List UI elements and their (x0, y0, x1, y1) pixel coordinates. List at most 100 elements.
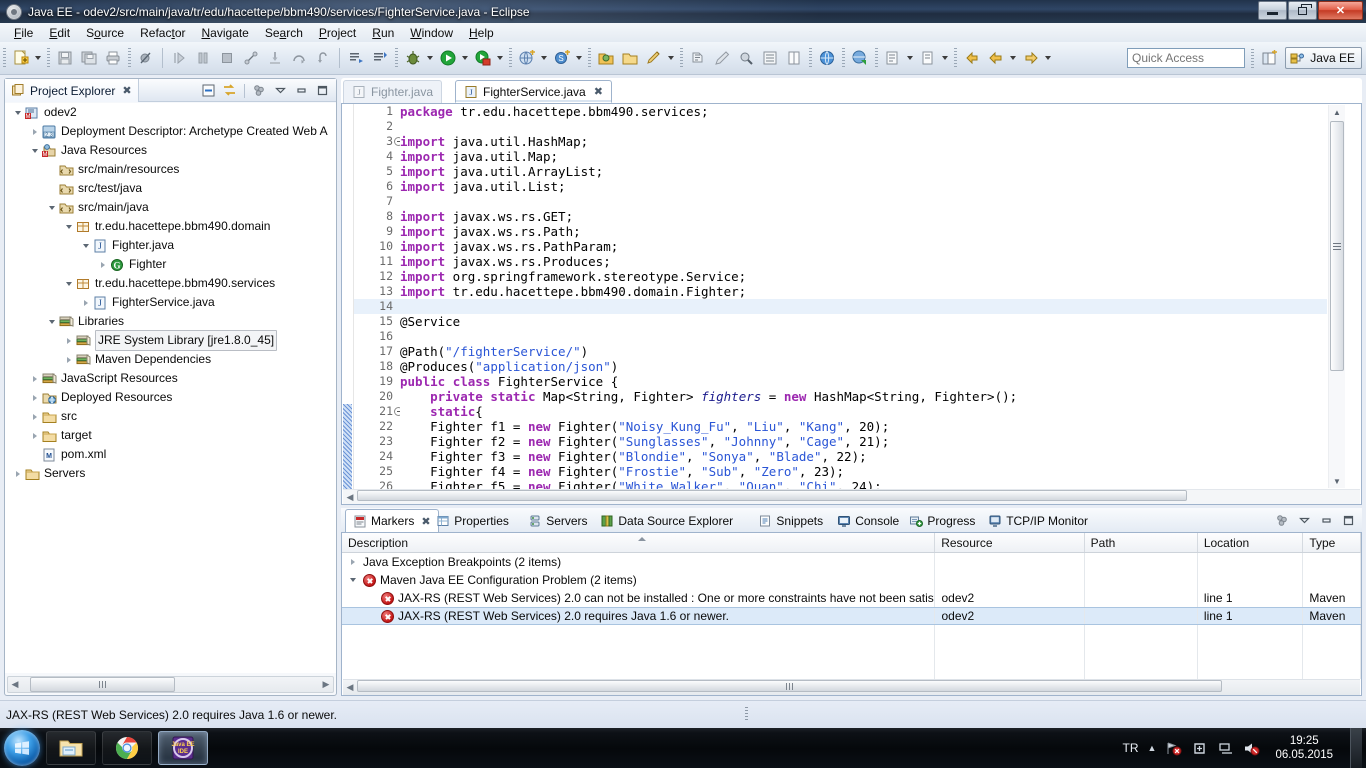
editor-vscrollbar[interactable]: ▲ ▼ (1328, 105, 1345, 488)
new-editor-dropdown-icon[interactable] (940, 47, 949, 69)
menu-search[interactable]: Search (257, 24, 311, 42)
tree-item[interactable]: src (5, 407, 336, 426)
previous-annotation-icon[interactable] (369, 47, 391, 69)
collapse-arrow-icon[interactable] (62, 274, 75, 293)
close-icon[interactable]: ✖ (594, 85, 603, 98)
tree-item[interactable]: Libraries (5, 312, 336, 331)
scroll-left-icon[interactable]: ◀ (343, 682, 357, 693)
quick-access-input[interactable] (1127, 48, 1245, 68)
volume-muted-icon[interactable] (1243, 740, 1260, 757)
tree-item[interactable]: 2.3 Deployment Descriptor: Archetype Crea… (5, 122, 336, 141)
collapse-arrow-icon[interactable] (45, 198, 58, 217)
language-indicator[interactable]: TR (1123, 741, 1139, 755)
taskbar-google-chrome[interactable] (102, 731, 152, 765)
collapse-arrow-icon[interactable] (45, 312, 58, 331)
menu-window[interactable]: Window (402, 24, 461, 42)
edit-dropdown-icon[interactable] (666, 47, 675, 69)
tree-item[interactable]: J FighterService.java (5, 293, 336, 312)
search-icon[interactable] (735, 47, 757, 69)
debug-dropdown-icon[interactable] (425, 47, 434, 69)
collapse-arrow-icon[interactable] (346, 578, 359, 582)
new-wizard-icon[interactable] (10, 47, 32, 69)
tree-item[interactable]: Modev2 (5, 103, 336, 122)
minimize-view-icon[interactable] (292, 81, 311, 100)
scroll-left-icon[interactable]: ◀ (343, 492, 357, 503)
code-text[interactable]: package tr.edu.hacettepe.bbm490.services… (400, 104, 1327, 489)
menu-project[interactable]: Project (311, 24, 364, 42)
run-icon[interactable] (437, 47, 459, 69)
panel-tab-properties[interactable]: Properties (429, 509, 516, 532)
new-class-dropdown-icon[interactable] (574, 47, 583, 69)
editor-tab-fighterservice[interactable]: J FighterService.java ✖ (455, 80, 612, 103)
edit-icon[interactable] (643, 47, 665, 69)
menu-navigate[interactable]: Navigate (193, 24, 256, 42)
maximize-view-icon[interactable] (1339, 511, 1358, 530)
expand-arrow-icon[interactable] (79, 293, 92, 312)
suspend-icon[interactable] (192, 47, 214, 69)
print-icon[interactable] (102, 47, 124, 69)
open-web-perspective-icon[interactable] (849, 47, 871, 69)
taskbar-eclipse-java-ee-ide[interactable]: Java EE IDE (158, 731, 208, 765)
status-resize-grip[interactable] (745, 707, 748, 721)
table-row[interactable]: JAX-RS (REST Web Services) 2.0 requires … (342, 607, 1361, 625)
collapse-arrow-icon[interactable] (62, 217, 75, 236)
tree-item[interactable]: J Fighter.java (5, 236, 336, 255)
expand-arrow-icon[interactable] (346, 559, 359, 565)
table-row[interactable]: Maven Java EE Configuration Problem (2 i… (342, 571, 1361, 589)
next-annotation-icon[interactable] (345, 47, 367, 69)
tree-item[interactable]: JRE System Library [jre1.8.0_45] (5, 330, 336, 351)
link-with-editor-icon[interactable] (220, 81, 239, 100)
new-class-icon[interactable]: S (551, 47, 573, 69)
maximize-view-icon[interactable] (313, 81, 332, 100)
open-perspective-button[interactable] (1258, 48, 1280, 69)
scroll-up-icon[interactable]: ▲ (1329, 105, 1345, 119)
editor-hscrollbar[interactable]: ◀ (343, 489, 1360, 504)
expand-arrow-icon[interactable] (62, 350, 75, 369)
tree-item[interactable]: Servers (5, 464, 336, 483)
menu-source[interactable]: Source (78, 24, 132, 42)
editor-hscroll-track[interactable] (357, 489, 1360, 505)
collapse-arrow-icon[interactable] (79, 236, 92, 255)
collapse-all-icon[interactable] (199, 81, 218, 100)
expand-arrow-icon[interactable] (28, 369, 41, 388)
tree-item[interactable]: src/test/java (5, 179, 336, 198)
open-editor-dropdown-icon[interactable] (905, 47, 914, 69)
menu-file[interactable]: File (6, 24, 41, 42)
panel-tab-console[interactable]: Console (830, 509, 906, 532)
open-editor-icon[interactable] (882, 47, 904, 69)
action-center-icon[interactable] (1191, 740, 1208, 757)
back-navigation-icon[interactable] (985, 47, 1007, 69)
markers-table-rows[interactable]: Java Exception Breakpoints (2 items) Mave… (342, 553, 1361, 679)
open-task-icon[interactable] (619, 47, 641, 69)
editor-hscroll-thumb[interactable] (357, 489, 1187, 501)
toggle-breakpoint-icon[interactable] (135, 47, 157, 69)
step-into-icon[interactable] (264, 47, 286, 69)
tree-item[interactable]: src/main/java (5, 198, 336, 217)
menu-edit[interactable]: Edit (41, 24, 78, 42)
column-header-description[interactable]: Description (342, 533, 936, 552)
tree-item[interactable]: G Fighter (5, 255, 336, 274)
editor-overview-ruler[interactable] (1345, 105, 1361, 488)
panel-tab-snippets[interactable]: Snippets (751, 509, 830, 532)
forward-navigation-icon[interactable] (1020, 47, 1042, 69)
table-row[interactable]: JAX-RS (REST Web Services) 2.0 can not b… (342, 589, 1361, 607)
step-over-icon[interactable] (288, 47, 310, 69)
tab-project-explorer[interactable]: Project Explorer ✖ (5, 79, 139, 102)
new-java-project-icon[interactable] (516, 47, 538, 69)
hscroll-track[interactable] (22, 677, 319, 692)
terminate-icon[interactable] (216, 47, 238, 69)
save-all-icon[interactable] (78, 47, 100, 69)
expand-arrow-icon[interactable] (28, 426, 41, 445)
web-browser-icon[interactable] (816, 47, 838, 69)
expand-arrow-icon[interactable] (28, 407, 41, 426)
view-menu-icon[interactable] (1273, 511, 1292, 530)
tree-item[interactable]: Mpom.xml (5, 445, 336, 464)
markers-hscrollbar[interactable]: ◀ (343, 679, 1360, 695)
restore-button[interactable] (1288, 1, 1317, 20)
column-layout-icon[interactable] (783, 47, 805, 69)
resume-icon[interactable] (168, 47, 190, 69)
pen-icon[interactable] (711, 47, 733, 69)
editor-tab-fighter[interactable]: J Fighter.java (343, 80, 443, 103)
column-header-type[interactable]: Type (1303, 533, 1361, 552)
back-dropdown-icon[interactable] (1008, 47, 1017, 69)
